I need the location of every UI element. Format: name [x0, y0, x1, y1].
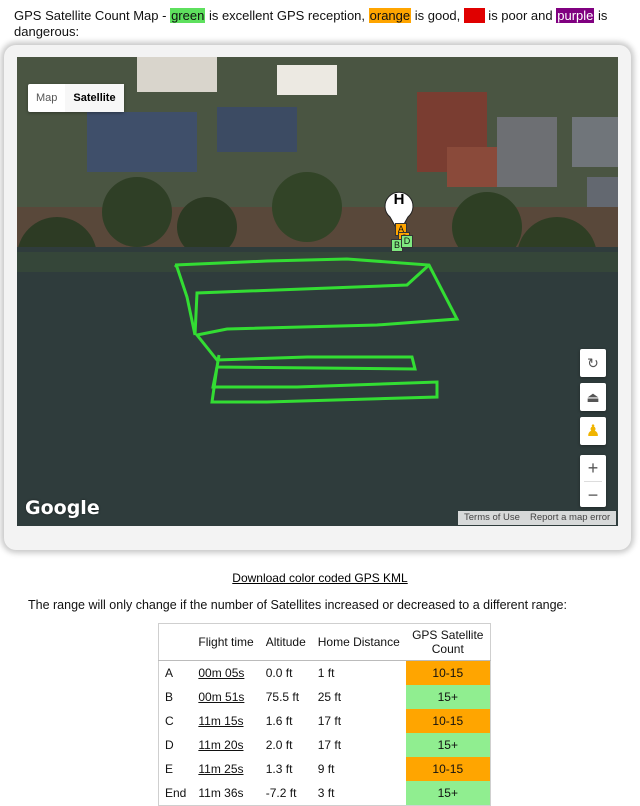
row-label: D	[165, 738, 174, 752]
gps-count: 10-15	[405, 757, 491, 781]
altitude: 2.0 ft	[265, 738, 293, 752]
zoom-in-button[interactable]: +	[580, 455, 606, 481]
table-row: End 11m 36s -7.2 ft 3 ft 15+	[159, 781, 491, 806]
row-label: C	[165, 714, 174, 728]
gps-count: 10-15	[405, 660, 491, 685]
red-label: red	[463, 8, 485, 23]
pegman-icon: ♟	[585, 423, 601, 440]
table-row: E 11m 25s 1.3 ft 9 ft 10-15	[159, 757, 491, 781]
orange-label: orange	[368, 8, 412, 23]
altitude: 75.5 ft	[265, 690, 300, 704]
altitude: -7.2 ft	[265, 786, 297, 800]
satellite-tab[interactable]: Satellite	[65, 84, 124, 112]
home-distance: 9 ft	[317, 762, 335, 776]
legend-text: GPS Satellite Count Map - green is excel…	[14, 8, 614, 40]
home-distance: 3 ft	[317, 786, 335, 800]
download-section: Download color coded GPS KML	[0, 571, 640, 585]
row-label: A	[165, 666, 174, 680]
satellite-table: Flight time Altitude Home Distance GPS S…	[158, 623, 491, 806]
altitude: 0.0 ft	[265, 666, 293, 680]
rotate-button[interactable]: ↻	[580, 349, 606, 377]
flight-time[interactable]: 11m 15s	[192, 709, 259, 733]
gps-count: 10-15	[405, 709, 491, 733]
gps-count: 15+	[405, 733, 491, 757]
row-label: End	[165, 786, 187, 800]
altitude: 1.3 ft	[265, 762, 293, 776]
rotate-icon: ↻	[587, 354, 599, 371]
map-imagery	[17, 57, 618, 526]
table-header-row: Flight time Altitude Home Distance GPS S…	[158, 624, 491, 661]
header-altitude: Altitude	[265, 635, 306, 649]
flight-time[interactable]: 11m 25s	[192, 757, 259, 781]
zoom-out-button[interactable]: −	[580, 482, 606, 508]
gps-count: 15+	[405, 781, 491, 806]
flight-time: 11m 36s	[198, 786, 244, 800]
intro-text-1: GPS Satellite Count Map -	[14, 8, 171, 23]
report-error-link[interactable]: Report a map error	[530, 511, 610, 525]
row-label: B	[165, 690, 174, 704]
point-marker-d[interactable]: D	[401, 235, 413, 248]
table-row: B 00m 51s 75.5 ft 25 ft 15+	[159, 685, 491, 709]
home-distance: 25 ft	[317, 690, 342, 704]
tilt-button[interactable]: ⏏	[580, 383, 606, 411]
range-note: The range will only change if the number…	[28, 598, 567, 612]
header-label	[159, 624, 193, 661]
header-flight-time: Flight time	[198, 635, 254, 649]
gps-count: 15+	[405, 685, 491, 709]
terms-link[interactable]: Terms of Use	[464, 511, 520, 525]
header-gps-count: GPS Satellite Count	[412, 628, 484, 656]
table-row: C 11m 15s 1.6 ft 17 ft 10-15	[159, 709, 491, 733]
zoom-control: + −	[580, 455, 606, 507]
map-type-control: Map Satellite	[28, 84, 124, 112]
row-label: E	[165, 762, 174, 776]
flight-time[interactable]: 11m 20s	[192, 733, 259, 757]
home-distance: 17 ft	[317, 738, 342, 752]
green-label: green	[170, 8, 206, 23]
intro-text-4: is poor and	[484, 8, 557, 23]
intro-text-2: is excellent GPS reception,	[205, 8, 369, 23]
tilt-icon: ⏏	[586, 388, 600, 405]
altitude: 1.6 ft	[265, 714, 293, 728]
google-logo: Google	[25, 497, 100, 519]
download-kml-link[interactable]: Download color coded GPS KML	[232, 571, 407, 585]
pegman-button[interactable]: ♟	[580, 417, 606, 445]
intro-text-3: is good,	[411, 8, 464, 23]
purple-label: purple	[556, 8, 595, 23]
table-row: D 11m 20s 2.0 ft 17 ft 15+	[159, 733, 491, 757]
satellite-map[interactable]: H A C B D Map Satellite ↻ ⏏ ♟ + − Google…	[17, 57, 618, 526]
home-distance: 17 ft	[317, 714, 342, 728]
home-distance: 1 ft	[317, 666, 335, 680]
header-home-distance: Home Distance	[317, 635, 400, 649]
flight-time[interactable]: 00m 05s	[192, 661, 259, 686]
map-footer: Terms of Use Report a map error	[458, 511, 617, 525]
map-tab[interactable]: Map	[28, 84, 65, 112]
home-marker-label: H	[393, 191, 405, 208]
flight-time[interactable]: 00m 51s	[192, 685, 259, 709]
table-row: A 00m 05s 0.0 ft 1 ft 10-15	[159, 660, 491, 686]
